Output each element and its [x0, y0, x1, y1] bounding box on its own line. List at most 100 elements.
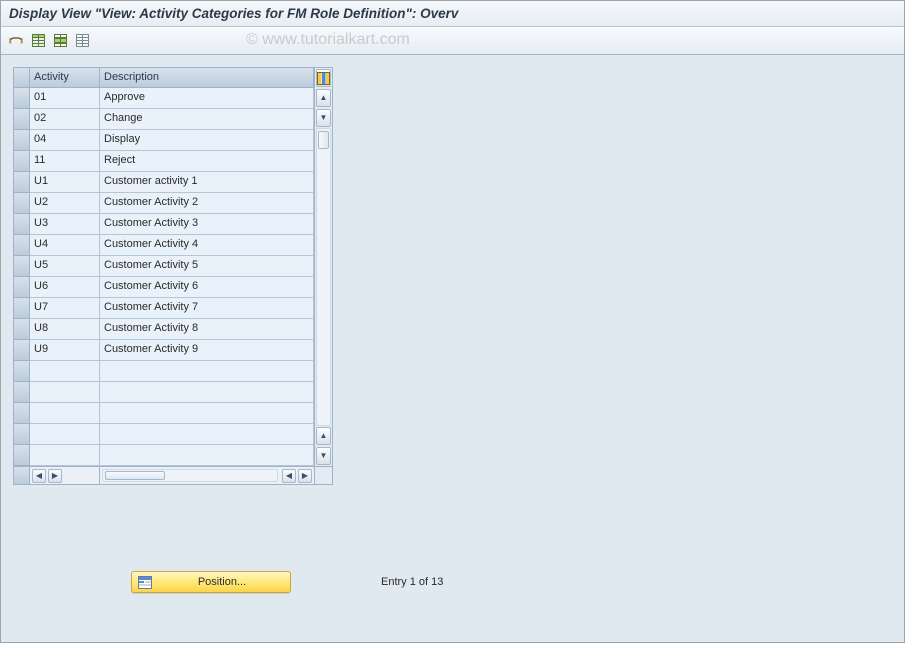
scroll-down-button-2[interactable]: ▼	[316, 447, 331, 465]
cell-description-empty	[100, 424, 314, 445]
row-selector[interactable]	[14, 193, 30, 214]
cell-activity[interactable]: 02	[30, 109, 100, 130]
cell-activity[interactable]: 04	[30, 130, 100, 151]
hscroll-spacer	[14, 467, 30, 484]
cell-description[interactable]: Customer Activity 5	[100, 256, 314, 277]
row-selector[interactable]	[14, 340, 30, 361]
cell-activity[interactable]: U3	[30, 214, 100, 235]
row-selector[interactable]	[14, 298, 30, 319]
cell-description[interactable]: Customer Activity 4	[100, 235, 314, 256]
cell-activity[interactable]: U8	[30, 319, 100, 340]
table-row[interactable]: U8Customer Activity 8	[14, 319, 314, 340]
row-selector[interactable]	[14, 403, 30, 424]
position-button[interactable]: Position...	[131, 571, 291, 593]
cell-activity[interactable]: U9	[30, 340, 100, 361]
cell-activity-empty	[30, 403, 100, 424]
page-title: Display View "View: Activity Categories …	[9, 6, 458, 21]
cell-description[interactable]: Customer Activity 2	[100, 193, 314, 214]
cell-description[interactable]: Approve	[100, 88, 314, 109]
cell-description[interactable]: Customer Activity 9	[100, 340, 314, 361]
cell-description[interactable]: Reject	[100, 151, 314, 172]
table-row-empty	[14, 382, 314, 403]
scroll-up-button[interactable]: ▲	[316, 89, 331, 107]
cell-activity[interactable]: U4	[30, 235, 100, 256]
cell-activity[interactable]: 11	[30, 151, 100, 172]
table-row[interactable]: U5Customer Activity 5	[14, 256, 314, 277]
position-button-label: Position...	[154, 576, 290, 588]
scroll-up-button-2[interactable]: ▲	[316, 427, 331, 445]
deselect-all-button[interactable]	[73, 32, 91, 50]
table-row[interactable]: 11Reject	[14, 151, 314, 172]
row-selector[interactable]	[14, 445, 30, 466]
cell-description[interactable]: Customer Activity 6	[100, 277, 314, 298]
cell-description[interactable]: Customer Activity 3	[100, 214, 314, 235]
table-row[interactable]: U3Customer Activity 3	[14, 214, 314, 235]
cell-activity[interactable]: 01	[30, 88, 100, 109]
scroll-left-button-2[interactable]: ◀	[282, 469, 296, 483]
table-row[interactable]: U1Customer activity 1	[14, 172, 314, 193]
row-selector[interactable]	[14, 214, 30, 235]
cell-activity-empty	[30, 445, 100, 466]
scroll-left-button[interactable]: ◀	[32, 469, 46, 483]
chevron-up-icon: ▲	[320, 94, 328, 102]
scroll-down-button[interactable]: ▼	[316, 109, 331, 127]
select-block-button[interactable]	[51, 32, 69, 50]
table-row[interactable]: 04Display	[14, 130, 314, 151]
chevron-left-icon: ◀	[36, 472, 42, 480]
row-selector[interactable]	[14, 88, 30, 109]
table-body: Activity Description 01Approve02Change04…	[14, 68, 314, 466]
cell-description[interactable]: Change	[100, 109, 314, 130]
titlebar: Display View "View: Activity Categories …	[1, 1, 904, 27]
row-selector[interactable]	[14, 130, 30, 151]
chevron-down-icon: ▼	[320, 452, 328, 460]
column-header-description[interactable]: Description	[100, 68, 314, 87]
table-row[interactable]: 01Approve	[14, 88, 314, 109]
row-selector[interactable]	[14, 361, 30, 382]
scroll-right-button[interactable]: ▶	[48, 469, 62, 483]
table-row[interactable]: U9Customer Activity 9	[14, 340, 314, 361]
toggle-display-change-button[interactable]	[7, 32, 25, 50]
column-header-activity[interactable]: Activity	[30, 68, 100, 87]
position-icon	[136, 574, 154, 590]
cell-activity[interactable]: U1	[30, 172, 100, 193]
row-selector-header[interactable]	[14, 68, 30, 87]
row-selector[interactable]	[14, 172, 30, 193]
cell-activity[interactable]: U5	[30, 256, 100, 277]
app-window: Display View "View: Activity Categories …	[0, 0, 905, 643]
table-row[interactable]: 02Change	[14, 109, 314, 130]
row-selector[interactable]	[14, 319, 30, 340]
configure-columns-icon	[317, 72, 330, 85]
scroll-right-button-2[interactable]: ▶	[298, 469, 312, 483]
row-selector[interactable]	[14, 277, 30, 298]
cell-activity[interactable]: U6	[30, 277, 100, 298]
row-selector[interactable]	[14, 109, 30, 130]
row-selector[interactable]	[14, 151, 30, 172]
configure-columns-button[interactable]	[316, 69, 331, 87]
vertical-scroll-thumb[interactable]	[318, 131, 329, 149]
horizontal-scroll-thumb[interactable]	[105, 471, 165, 480]
glasses-icon	[9, 35, 23, 47]
cell-description-empty	[100, 361, 314, 382]
cell-activity[interactable]: U2	[30, 193, 100, 214]
row-selector[interactable]	[14, 382, 30, 403]
table-row[interactable]: U6Customer Activity 6	[14, 277, 314, 298]
deselect-all-icon	[76, 34, 89, 47]
chevron-left-icon: ◀	[286, 472, 292, 480]
cell-description[interactable]: Customer activity 1	[100, 172, 314, 193]
select-all-button[interactable]	[29, 32, 47, 50]
vertical-scroll-track[interactable]	[316, 128, 331, 426]
table-row[interactable]: U2Customer Activity 2	[14, 193, 314, 214]
horizontal-scroll-track[interactable]	[102, 469, 278, 482]
hscroll-corner	[314, 467, 332, 484]
table-row[interactable]: U7Customer Activity 7	[14, 298, 314, 319]
chevron-right-icon: ▶	[302, 472, 308, 480]
row-selector[interactable]	[14, 424, 30, 445]
table-row[interactable]: U4Customer Activity 4	[14, 235, 314, 256]
cell-description[interactable]: Display	[100, 130, 314, 151]
cell-activity[interactable]: U7	[30, 298, 100, 319]
row-selector[interactable]	[14, 256, 30, 277]
cell-description[interactable]: Customer Activity 8	[100, 319, 314, 340]
cell-description[interactable]: Customer Activity 7	[100, 298, 314, 319]
cell-description-empty	[100, 403, 314, 424]
row-selector[interactable]	[14, 235, 30, 256]
